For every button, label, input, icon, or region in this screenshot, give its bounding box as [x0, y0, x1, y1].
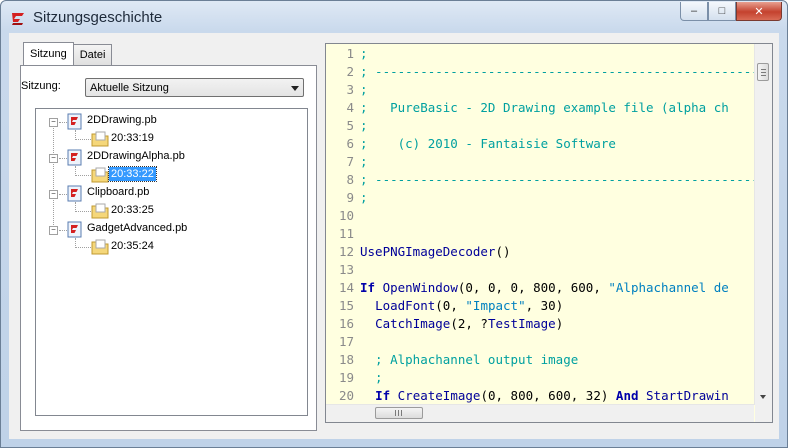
line-number: 2: [346, 64, 354, 79]
client-area: Sitzung Datei Sitzung: Aktuelle Sitzung …: [9, 33, 779, 439]
line-number: 8: [346, 172, 354, 187]
vertical-scrollbar[interactable]: [754, 44, 772, 405]
code-text: UsePNGImageDecoder(): [360, 244, 511, 259]
code-text: ; PureBasic - 2D Drawing example file (a…: [360, 100, 729, 115]
line-number: 14: [338, 280, 354, 295]
line-number: 1: [346, 46, 354, 61]
pb-file-icon: [67, 113, 82, 130]
code-text: ;: [360, 118, 368, 133]
session-label: Sitzung:: [21, 80, 61, 92]
line-number: 17: [338, 334, 354, 349]
code-text: If CreateImage(0, 800, 600, 32) And Star…: [375, 388, 729, 403]
code-text: ;: [360, 46, 368, 61]
collapse-toggle-icon[interactable]: −: [49, 190, 58, 199]
code-text: ; Alphachannel output image: [360, 352, 579, 367]
tree-time-label[interactable]: 20:33:19: [109, 131, 156, 145]
line-number: 20: [338, 388, 354, 403]
chevron-down-icon: [291, 86, 299, 91]
tab-file[interactable]: Datei: [72, 44, 113, 65]
tree-file-label[interactable]: 2DDrawing.pb: [85, 113, 159, 127]
code-text: ;: [360, 370, 383, 385]
line-number: 12: [338, 244, 354, 259]
panel-tabs: Sitzung Datei: [23, 42, 113, 65]
session-tree[interactable]: − 2DDrawing.pb 20:33:19 − 2DDrawingAlpha…: [35, 108, 308, 416]
code-text: ;: [360, 154, 368, 169]
close-button[interactable]: ✕: [736, 2, 782, 21]
code-text: LoadFont(0, "Impact", 30): [375, 298, 564, 313]
purebasic-logo-icon: [12, 13, 24, 25]
tree-file-label[interactable]: GadgetAdvanced.pb: [85, 221, 189, 235]
window-controls: – □ ✕: [680, 2, 782, 21]
tree-connector: [53, 123, 54, 231]
code-text: ; --------------------------------------…: [360, 64, 773, 79]
code-text: ; --------------------------------------…: [360, 172, 773, 187]
pb-file-icon: [67, 149, 82, 166]
session-folder-icon: [91, 167, 109, 183]
line-number: 5: [346, 118, 354, 133]
code-text: ; (c) 2010 - Fantaisie Software: [360, 136, 616, 151]
vertical-scroll-thumb[interactable]: [757, 63, 769, 81]
code-text: ;: [360, 82, 368, 97]
session-select-value: Aktuelle Sitzung: [90, 82, 169, 94]
collapse-toggle-icon[interactable]: −: [49, 154, 58, 163]
session-history-window: Sitzungsgeschichte – □ ✕ Sitzung Datei S…: [0, 0, 788, 448]
line-number: 3: [346, 82, 354, 97]
minimize-button[interactable]: –: [680, 2, 708, 21]
line-number: 13: [338, 262, 354, 277]
session-folder-icon: [91, 203, 109, 219]
maximize-button[interactable]: □: [708, 2, 736, 21]
horizontal-scroll-thumb[interactable]: [375, 407, 423, 419]
scroll-down-icon[interactable]: [760, 395, 766, 399]
line-number: 11: [338, 226, 354, 241]
maximize-icon: □: [718, 5, 726, 17]
line-number: 4: [346, 100, 354, 115]
tab-session[interactable]: Sitzung: [23, 42, 74, 65]
line-number: 10: [338, 208, 354, 223]
tree-time-label[interactable]: 20:35:24: [109, 239, 156, 253]
code-text: CatchImage(2, ?TestImage): [375, 316, 564, 331]
session-folder-icon: [91, 131, 109, 147]
tree-file-label[interactable]: 2DDrawingAlpha.pb: [85, 149, 187, 163]
tree-file-label[interactable]: Clipboard.pb: [85, 185, 151, 199]
tree-time-label[interactable]: 20:33:25: [109, 203, 156, 217]
tree-time-label-selected[interactable]: 20:33:22: [108, 166, 157, 182]
line-number: 6: [346, 136, 354, 151]
window-title: Sitzungsgeschichte: [33, 9, 163, 26]
close-icon: ✕: [754, 5, 764, 18]
collapse-toggle-icon[interactable]: −: [49, 226, 58, 235]
line-number: 19: [338, 370, 354, 385]
minimize-icon: –: [690, 5, 698, 17]
horizontal-scrollbar[interactable]: [326, 404, 754, 422]
session-select[interactable]: Aktuelle Sitzung: [85, 78, 304, 97]
title-bar[interactable]: Sitzungsgeschichte – □ ✕: [1, 1, 787, 33]
line-number: 16: [338, 316, 354, 331]
scrollbar-corner: [755, 405, 772, 422]
collapse-toggle-icon[interactable]: −: [49, 118, 58, 127]
pb-file-icon: [67, 185, 82, 202]
code-text: If OpenWindow(0, 0, 0, 800, 600, "Alphac…: [360, 280, 729, 295]
line-number: 18: [338, 352, 354, 367]
line-number: 15: [338, 298, 354, 313]
code-text: ;: [360, 190, 368, 205]
code-preview[interactable]: 1; 2 ; -----------------------------------…: [325, 43, 773, 423]
line-number: 7: [346, 154, 354, 169]
pb-file-icon: [67, 221, 82, 238]
line-number: 9: [346, 190, 354, 205]
session-folder-icon: [91, 239, 109, 255]
